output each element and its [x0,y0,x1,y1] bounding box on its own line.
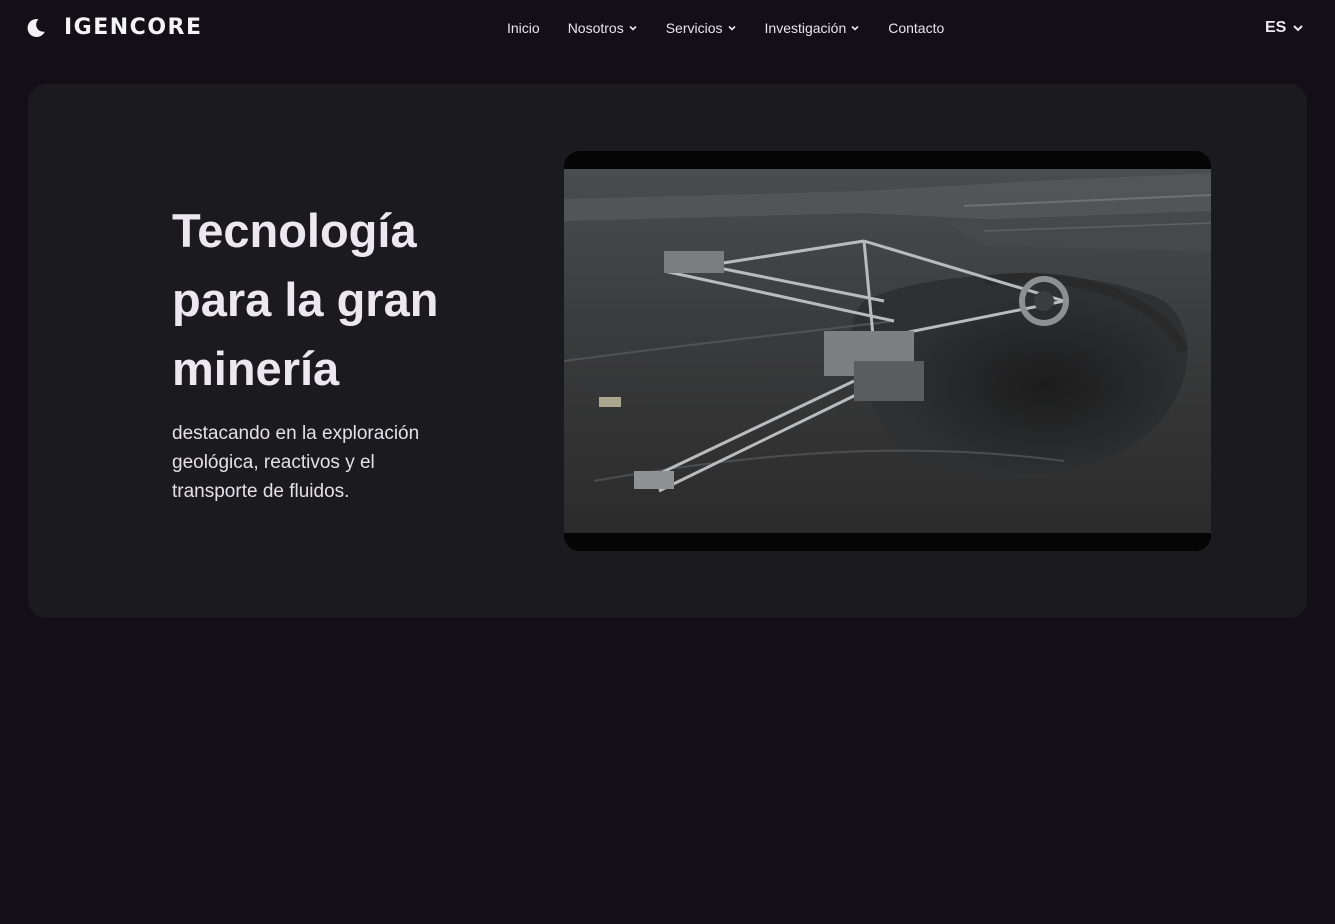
nav-item-label: Inicio [507,20,540,36]
hero-subtitle: destacando en la exploración geológica, … [172,423,420,502]
top-navigation-bar: IGENCORE Inicio Nosotros Servicios Inves… [0,0,1335,56]
nav-item-label: Nosotros [567,20,624,36]
hero-card: Tecnología para la gran minería destacan… [28,84,1307,618]
language-label: ES [1265,19,1287,36]
nav-item-label: Investigación [764,20,847,36]
chevron-down-icon [851,25,859,31]
brand-logo[interactable]: IGENCORE [64,14,203,42]
nav-item-inicio[interactable]: Inicio [507,20,540,36]
hero-video[interactable] [564,151,1211,551]
nav-item-servicios[interactable]: Servicios [666,20,737,36]
chevron-down-icon [727,25,736,31]
nav-item-label: Contacto [888,20,945,36]
nav-item-investigacion[interactable]: Investigación [765,20,861,36]
hero-title: Tecnología para la gran minería [172,204,439,395]
nav-item-label: Servicios [665,20,723,36]
chevron-down-icon [629,25,637,31]
moon-icon[interactable] [24,16,48,40]
mining-excavator-image [564,151,1211,551]
nav-item-contacto[interactable]: Contacto [888,20,944,36]
nav-item-nosotros[interactable]: Nosotros [568,20,638,36]
language-selector[interactable]: ES [1265,17,1304,39]
chevron-down-icon [1293,25,1304,32]
main-nav: Inicio Nosotros Servicios Investigación … [507,17,972,39]
